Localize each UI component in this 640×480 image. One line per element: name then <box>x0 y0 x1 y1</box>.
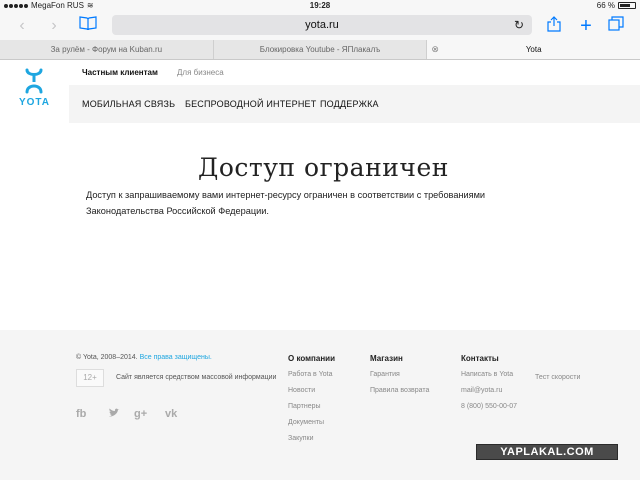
address-bar[interactable]: yota.ru ↻ <box>112 15 532 35</box>
tab-kuban[interactable]: За рулём - Форум на Kuban.ru <box>0 40 214 59</box>
plus-icon: + <box>580 15 592 37</box>
close-tab-icon[interactable]: ⊗ <box>431 40 439 59</box>
footer-col-shop: Магазин Гарантия Правила возврата <box>370 354 429 403</box>
facebook-icon[interactable]: fb <box>76 408 86 420</box>
status-bar: MegaFon RUS ≋ 19:28 66 % <box>0 0 640 12</box>
back-button[interactable]: ‹ <box>12 16 32 36</box>
segment-private-link[interactable]: Частным клиентам <box>82 68 158 77</box>
contacts-phone[interactable]: 8 (800) 550-00-07 <box>461 403 517 410</box>
rights-link[interactable]: Все права защищены. <box>140 354 212 361</box>
share-button[interactable] <box>544 16 564 36</box>
site-header: YOTA Частным клиентам Для бизнеса МОБИЛЬ… <box>0 60 640 123</box>
reload-icon[interactable]: ↻ <box>514 15 524 35</box>
page-message: Доступ к запрашиваемому вами интернет-ре… <box>86 190 486 216</box>
about-link-jobs[interactable]: Работа в Yota <box>288 371 335 378</box>
nav-support[interactable]: ПОДДЕРЖКА <box>320 99 379 109</box>
tabs-overview-button[interactable] <box>606 16 626 36</box>
watermark: YAPLAKAL.COM <box>476 444 618 460</box>
tab-yaplakal[interactable]: Блокировка Youtube - ЯПлакалъ <box>214 40 428 59</box>
battery-level: 66 % <box>596 1 615 10</box>
vk-icon[interactable]: vk <box>165 408 177 420</box>
twitter-icon[interactable] <box>108 408 120 421</box>
bookmarks-button[interactable] <box>78 16 98 36</box>
site-logo[interactable]: YOTA <box>0 60 69 123</box>
tab-bar: За рулём - Форум на Kuban.ru Блокировка … <box>0 40 640 60</box>
about-link-partners[interactable]: Партнеры <box>288 403 335 410</box>
battery-icon <box>618 2 636 9</box>
browser-toolbar: ‹ › yota.ru ↻ + <box>0 12 640 40</box>
footer-col-about: О компании Работа в Yota Новости Партнер… <box>288 354 335 451</box>
url-text: yota.ru <box>305 19 339 31</box>
nav-wireless-internet[interactable]: БЕСПРОВОДНОЙ ИНТЕРНЕТ <box>185 99 316 109</box>
tabs-icon <box>608 16 624 31</box>
logo-text: YOTA <box>18 97 51 108</box>
copyright: © Yota, 2008–2014. Все права защищены. <box>76 354 212 361</box>
nav-mobile[interactable]: МОБИЛЬНАЯ СВЯЗЬ <box>82 99 175 109</box>
google-plus-icon[interactable]: g+ <box>134 408 147 420</box>
share-icon <box>547 16 561 32</box>
speed-test-link[interactable]: Тест скорости <box>535 374 580 390</box>
book-icon <box>79 16 97 31</box>
mass-media-notice: Сайт является средством массовой информа… <box>116 374 277 381</box>
about-link-news[interactable]: Новости <box>288 387 335 394</box>
yota-logo-icon <box>25 68 43 94</box>
forward-button[interactable]: › <box>44 16 64 36</box>
new-tab-button[interactable]: + <box>576 16 596 36</box>
footer-col-contacts: Контакты Написать в Yota mail@yota.ru 8 … <box>461 354 517 419</box>
shop-link-warranty[interactable]: Гарантия <box>370 371 429 378</box>
clock: 19:28 <box>309 1 331 10</box>
segment-nav: Частным клиентам Для бизнеса <box>69 60 640 85</box>
contacts-link-write[interactable]: Написать в Yota <box>461 371 517 378</box>
about-heading: О компании <box>288 354 335 363</box>
about-link-documents[interactable]: Документы <box>288 419 335 426</box>
tab-yota[interactable]: ⊗ Yota <box>427 40 640 59</box>
age-rating-badge: 12+ <box>76 369 104 387</box>
about-link-purchases[interactable]: Закупки <box>288 435 335 442</box>
contacts-heading: Контакты <box>461 354 499 363</box>
contacts-link-email[interactable]: mail@yota.ru <box>461 387 517 394</box>
shop-heading: Магазин <box>370 354 403 363</box>
segment-business-link[interactable]: Для бизнеса <box>177 68 224 77</box>
page-title: Доступ ограничен <box>198 153 449 182</box>
shop-link-returns[interactable]: Правила возврата <box>370 387 429 394</box>
main-nav: МОБИЛЬНАЯ СВЯЗЬ БЕСПРОВОДНОЙ ИНТЕРНЕТ ПО… <box>69 85 640 123</box>
